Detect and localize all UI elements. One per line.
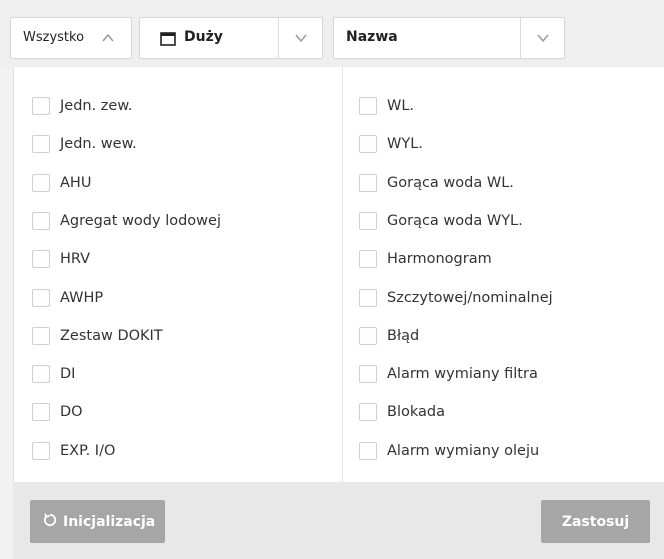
filter-checkbox[interactable] <box>32 211 50 230</box>
filter-panel: Jedn. zew. Jedn. wew. AHU Agregat wody lodo… <box>13 67 664 482</box>
filter-checkbox[interactable] <box>359 97 377 115</box>
filter-option-label: Szczytowej/nominalnej <box>387 289 553 306</box>
filter-checkbox[interactable] <box>32 97 50 115</box>
filter-option[interactable]: Gorąca woda WYL. <box>359 208 523 234</box>
filter-option[interactable]: Zestaw DOKIT <box>32 323 163 349</box>
filter-checkbox[interactable] <box>359 365 377 384</box>
filter-dropdown-value: Wszystko <box>23 30 85 45</box>
size-dropdown-value: Duży <box>184 29 223 45</box>
filter-option-label: Gorąca woda WL. <box>387 174 514 191</box>
filter-option-label: Gorąca woda WYL. <box>387 212 523 229</box>
filter-option-label: DI <box>60 366 76 383</box>
filter-dropdown[interactable]: Wszystko <box>10 17 132 59</box>
filter-checkbox[interactable] <box>359 250 377 269</box>
refresh-icon <box>42 512 58 532</box>
dropdown-separator <box>520 18 521 58</box>
filter-option[interactable]: WL. <box>359 93 414 119</box>
window-icon <box>160 31 176 50</box>
size-dropdown[interactable]: Duży <box>139 17 323 59</box>
filter-option[interactable]: Jedn. zew. <box>32 93 132 119</box>
filter-option[interactable]: AHU <box>32 170 91 196</box>
filter-checkbox[interactable] <box>32 441 50 460</box>
filter-option[interactable]: EXP. I/O <box>32 438 115 464</box>
filter-option-label: DO <box>60 404 83 421</box>
filter-option[interactable]: Szczytowej/nominalnej <box>359 285 553 311</box>
filter-option-label: WL. <box>387 98 415 114</box>
filter-option-label: EXP. I/O <box>60 442 116 459</box>
filter-option[interactable]: Alarm wymiany oleju <box>359 438 539 464</box>
filter-checkbox[interactable] <box>32 403 50 422</box>
filter-option[interactable]: WYL. <box>359 131 423 157</box>
filter-checkbox[interactable] <box>359 211 377 230</box>
filter-option-label: Zestaw DOKIT <box>60 327 163 344</box>
toolbar: Wszystko Duży Nazwa <box>0 0 664 67</box>
filter-checkbox[interactable] <box>359 173 377 192</box>
filter-option[interactable]: Alarm wymiany filtra <box>359 361 538 387</box>
apply-button[interactable]: Zastosuj <box>541 500 650 543</box>
initialize-button-label: Inicjalizacja <box>63 513 156 530</box>
filter-checkbox[interactable] <box>32 326 50 345</box>
initialize-button[interactable]: Inicjalizacja <box>30 500 165 543</box>
filter-option-label: Blokada <box>387 404 445 421</box>
filter-checkbox[interactable] <box>359 326 377 345</box>
filter-option[interactable]: Blokada <box>359 399 445 425</box>
chevron-down-icon[interactable] <box>536 31 550 45</box>
filter-option-label: Alarm wymiany oleju <box>387 442 540 459</box>
panel-footer: Inicjalizacja Zastosuj <box>13 482 664 559</box>
filter-option[interactable]: Błąd <box>359 323 419 349</box>
filter-option-label: Jedn. wew. <box>60 136 137 153</box>
filter-option[interactable]: HRV <box>32 246 90 272</box>
filter-option[interactable]: DO <box>32 399 83 425</box>
filter-option-label: Harmonogram <box>387 251 492 268</box>
sort-dropdown-value: Nazwa <box>346 29 398 45</box>
filter-checkbox[interactable] <box>32 173 50 192</box>
filter-option-label: WYL. <box>387 136 423 153</box>
filter-option[interactable]: DI <box>32 361 75 387</box>
filter-option[interactable]: Harmonogram <box>359 246 492 272</box>
filter-option-label: Agregat wody lodowej <box>60 212 221 229</box>
filter-checkbox[interactable] <box>32 250 50 269</box>
dropdown-separator <box>278 18 279 58</box>
filter-checkbox[interactable] <box>359 441 377 460</box>
filter-option-label: AWHP <box>60 289 104 306</box>
filter-checkbox[interactable] <box>359 403 377 422</box>
filter-checkbox[interactable] <box>359 288 377 307</box>
filter-option-label: Jedn. zew. <box>60 98 133 114</box>
filter-checkbox[interactable] <box>32 135 50 154</box>
chevron-up-icon <box>101 31 115 45</box>
filter-option-label: Błąd <box>387 327 420 344</box>
column-divider <box>342 67 343 482</box>
filter-option[interactable]: AWHP <box>32 285 103 311</box>
filter-checkbox[interactable] <box>32 288 50 307</box>
filter-option[interactable]: Gorąca woda WL. <box>359 170 514 196</box>
filter-option[interactable]: Agregat wody lodowej <box>32 208 221 234</box>
filter-checkbox[interactable] <box>359 135 377 154</box>
filter-checkbox[interactable] <box>32 365 50 384</box>
filter-option[interactable]: Jedn. wew. <box>32 131 137 157</box>
chevron-down-icon[interactable] <box>294 31 308 45</box>
filter-option-label: HRV <box>60 251 91 268</box>
sort-dropdown[interactable]: Nazwa <box>333 17 565 59</box>
filter-option-label: AHU <box>60 174 92 191</box>
filter-option-label: Alarm wymiany filtra <box>387 366 538 383</box>
